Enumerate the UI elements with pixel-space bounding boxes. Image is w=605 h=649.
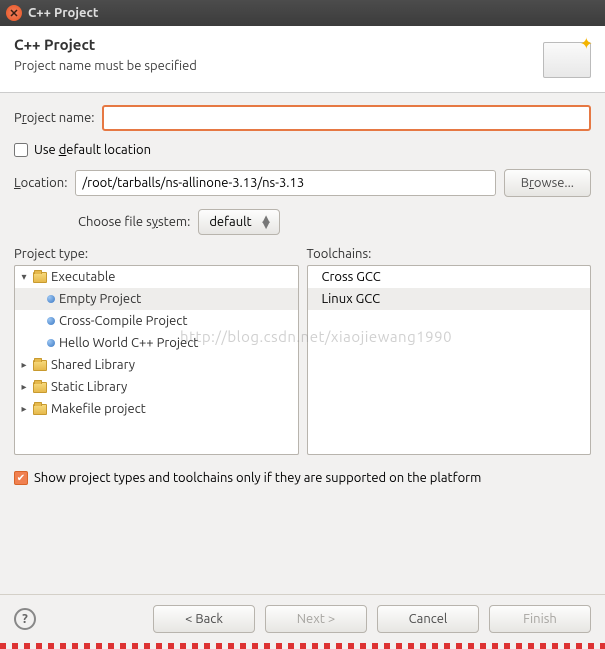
show-supported-checkbox[interactable]: ✔: [14, 471, 28, 485]
show-supported-label: Show project types and toolchains only i…: [34, 471, 481, 485]
next-button[interactable]: Next >: [265, 605, 367, 633]
toolchains-list[interactable]: Cross GCCLinux GCC: [307, 265, 592, 455]
tree-label: Hello World C++ Project: [59, 336, 198, 350]
twisty-icon: ▸: [19, 403, 29, 415]
use-default-location-box[interactable]: [14, 143, 28, 157]
tree-label: Executable: [51, 270, 115, 284]
bullet-icon: [47, 339, 55, 347]
bullet-icon: [47, 317, 55, 325]
toolchain-item[interactable]: Cross GCC: [308, 266, 591, 288]
folder-icon: [33, 382, 47, 393]
titlebar: C++ Project: [0, 0, 605, 26]
banner: C++ Project Project name must be specifi…: [0, 26, 605, 93]
tree-label: Cross-Compile Project: [59, 314, 187, 328]
help-button[interactable]: ?: [14, 608, 36, 630]
tree-label: Static Library: [51, 380, 127, 394]
filesystem-label: Choose file system:: [78, 215, 190, 229]
new-project-icon: ✦: [543, 36, 591, 78]
button-bar: ? < Back Next > Cancel Finish: [0, 594, 605, 643]
location-input[interactable]: [75, 170, 495, 196]
close-icon[interactable]: [6, 5, 22, 21]
redline-decoration: [0, 643, 605, 649]
use-default-location-checkbox[interactable]: Use default location: [14, 143, 591, 157]
tree-label: Empty Project: [59, 292, 141, 306]
use-default-location-label: Use default location: [34, 143, 151, 157]
tree-folder[interactable]: ▾ Executable: [15, 266, 298, 288]
finish-button[interactable]: Finish: [489, 605, 591, 633]
project-name-label: Project name:: [14, 111, 94, 125]
project-name-input[interactable]: [102, 105, 591, 131]
project-type-tree[interactable]: ▾ Executable Empty Project Cross-Compile Pr…: [14, 265, 299, 455]
dialog-content: Project name: Use default location Locat…: [0, 93, 605, 594]
folder-icon: [33, 272, 47, 283]
tree-label: Makefile project: [51, 402, 146, 416]
folder-icon: [33, 360, 47, 371]
back-button[interactable]: < Back: [153, 605, 255, 633]
twisty-icon: ▸: [19, 359, 29, 371]
tree-folder[interactable]: ▸ Static Library: [15, 376, 298, 398]
spinner-icon: ▲▼: [260, 216, 273, 228]
toolchains-header: Toolchains:: [307, 247, 592, 261]
cancel-button[interactable]: Cancel: [377, 605, 479, 633]
tree-folder[interactable]: ▸ Shared Library: [15, 354, 298, 376]
tree-label: Shared Library: [51, 358, 135, 372]
bullet-icon: [47, 295, 55, 303]
filesystem-value: default: [209, 215, 251, 229]
twisty-icon: ▸: [19, 381, 29, 393]
folder-icon: [33, 404, 47, 415]
project-type-header: Project type:: [14, 247, 299, 261]
browse-button[interactable]: Browse...: [504, 169, 591, 197]
banner-heading: C++ Project: [14, 36, 197, 53]
window-title: C++ Project: [28, 6, 98, 20]
location-label: Location:: [14, 176, 67, 190]
toolchain-item[interactable]: Linux GCC: [308, 288, 591, 310]
tree-item[interactable]: Hello World C++ Project: [15, 332, 298, 354]
tree-folder[interactable]: ▸ Makefile project: [15, 398, 298, 420]
tree-item[interactable]: Empty Project: [15, 288, 298, 310]
twisty-icon: ▾: [19, 271, 29, 283]
banner-message: Project name must be specified: [14, 59, 197, 73]
tree-item[interactable]: Cross-Compile Project: [15, 310, 298, 332]
filesystem-select[interactable]: default ▲▼: [198, 209, 279, 235]
